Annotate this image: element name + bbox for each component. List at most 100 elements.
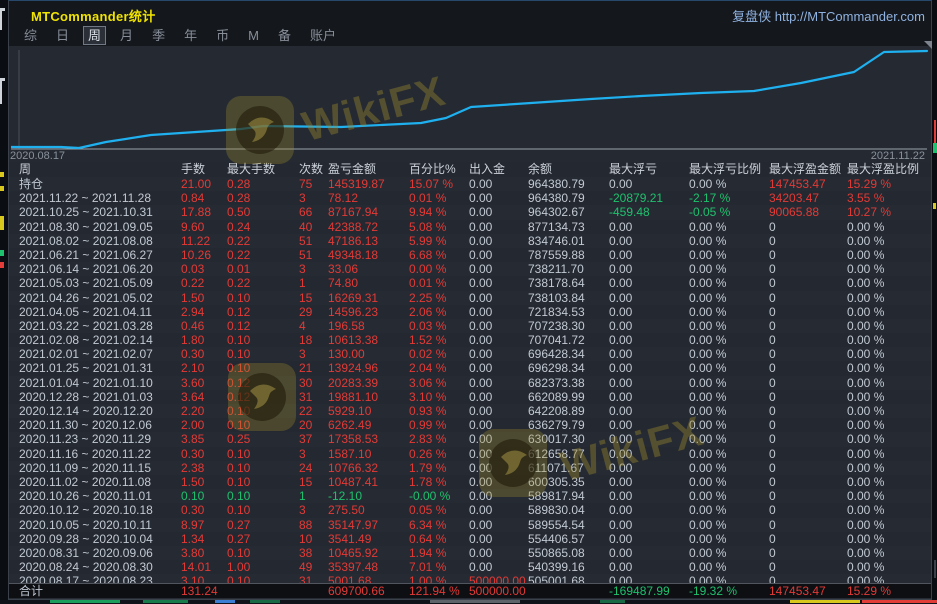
table-cell: 35147.97 [328,518,409,532]
table-cell: 0.12 [227,390,299,404]
table-row[interactable]: 2020.11.23 ~ 2020.11.293.850.253717358.5… [9,432,931,446]
table-cell: 2021.02.08 ~ 2021.02.14 [19,333,181,347]
table-cell: 121.94 % [409,584,469,599]
table-cell: 0.00 [469,546,528,560]
table-row[interactable]: 2020.11.02 ~ 2020.11.081.500.101510487.4… [9,475,931,489]
table-cell: 2.94 [181,305,227,319]
table-cell: 2021.06.21 ~ 2021.06.27 [19,248,181,262]
table-cell: 2020.12.28 ~ 2021.01.03 [19,390,181,404]
table-cell: 3.85 [181,432,227,446]
table-cell: 3.06 % [409,376,469,390]
table-cell: 0.00 % [847,390,931,404]
table-row[interactable]: 2021.04.26 ~ 2021.05.021.500.101516269.3… [9,291,931,305]
table-row[interactable]: 2021.02.01 ~ 2021.02.070.300.103130.000.… [9,347,931,361]
menu-item-M[interactable]: M [243,26,264,45]
table-row[interactable]: 2020.10.12 ~ 2020.10.180.300.103275.500.… [9,503,931,517]
table-row[interactable]: 2020.11.09 ~ 2020.11.152.380.102410766.3… [9,461,931,475]
table-cell: 696428.34 [528,347,609,361]
table-cell: 10613.38 [328,333,409,347]
table-cell: 0.00 % [689,518,769,532]
menu-item-账户[interactable]: 账户 [305,26,341,45]
table-row[interactable]: 2021.03.22 ~ 2021.03.280.460.124196.580.… [9,319,931,333]
table-cell [227,584,299,599]
table-cell: 0.01 % [409,276,469,290]
table-cell: 3.64 [181,390,227,404]
background-window-right-sliver [932,0,937,604]
table-cell: 最大浮盈金额 [769,162,847,177]
titlebar-link[interactable]: 复盘侠 http://MTCommander.com [732,6,925,25]
table-row[interactable]: 持仓21.000.2875145319.8715.07 %0.00964380.… [9,177,931,191]
table-cell: 0.03 % [409,319,469,333]
table-cell: 最大浮亏比例 [689,162,769,177]
table-cell: 0 [769,432,847,446]
table-cell: 4 [299,319,328,333]
table-cell: 0.10 [227,347,299,361]
table-row[interactable]: 2021.01.25 ~ 2021.01.312.100.102113924.9… [9,361,931,375]
table-cell: 145319.87 [328,177,409,191]
table-cell: 0.01 [227,262,299,276]
menu-item-备[interactable]: 备 [273,26,296,45]
menu-item-月[interactable]: 月 [115,26,138,45]
table-cell: 0.00 [609,248,689,262]
table-cell: 周 [19,162,181,177]
table-cell: 0.00 % [689,432,769,446]
table-row[interactable]: 2021.02.08 ~ 2021.02.141.800.101810613.3… [9,333,931,347]
table-row[interactable]: 2020.08.31 ~ 2020.09.063.800.103810465.9… [9,546,931,560]
table-cell: 0.00 [609,532,689,546]
table-row[interactable]: 2021.06.21 ~ 2021.06.2710.260.225149348.… [9,248,931,262]
table-row[interactable]: 2020.12.14 ~ 2020.12.202.200.10225929.10… [9,404,931,418]
table-cell: 0.93 % [409,404,469,418]
table-row[interactable]: 2021.04.05 ~ 2021.04.112.940.122914596.2… [9,305,931,319]
table-cell: 0.00 [609,418,689,432]
table-cell: 3 [299,347,328,361]
table-row[interactable]: 2021.10.25 ~ 2021.10.3117.880.506687167.… [9,205,931,219]
table-row[interactable]: 2021.08.02 ~ 2021.08.0811.220.225147186.… [9,234,931,248]
table-row[interactable]: 2020.08.24 ~ 2020.08.3014.011.004935397.… [9,560,931,574]
table-cell: 0.00 % [847,560,931,574]
table-row[interactable]: 2021.05.03 ~ 2021.05.090.220.22174.800.0… [9,276,931,290]
table-cell: 75 [299,177,328,191]
table-row[interactable]: 2020.09.28 ~ 2020.10.041.340.27103541.49… [9,532,931,546]
table-row[interactable]: 2021.01.04 ~ 2021.01.103.600.123020283.3… [9,376,931,390]
table-cell: 0 [769,361,847,375]
table-cell: 3.55 % [847,191,931,205]
menu-item-综[interactable]: 综 [19,26,42,45]
table-cell: 0.00 % [689,248,769,262]
menu-item-年[interactable]: 年 [179,26,202,45]
menu-item-季[interactable]: 季 [147,26,170,45]
table-cell: 2020.10.12 ~ 2020.10.18 [19,503,181,517]
menu-item-币[interactable]: 币 [211,26,234,45]
table-row[interactable]: 2021.06.14 ~ 2021.06.200.030.01333.060.0… [9,262,931,276]
table-cell: 609700.66 [328,584,409,599]
table-row[interactable]: 2020.12.28 ~ 2021.01.033.640.123119881.1… [9,390,931,404]
table-cell: 0 [769,276,847,290]
table-cell: 29 [299,305,328,319]
table-cell: 19881.10 [328,390,409,404]
menu-item-日[interactable]: 日 [51,26,74,45]
table-cell: 0.00 % [689,276,769,290]
table-cell: 0.10 [227,418,299,432]
table-row[interactable]: 2020.11.30 ~ 2020.12.062.000.10206262.49… [9,418,931,432]
table-row[interactable]: 2021.08.30 ~ 2021.09.059.600.244042388.7… [9,220,931,234]
table-cell: 1.50 [181,475,227,489]
table-cell: 0.27 [227,532,299,546]
table-cell: 275.50 [328,503,409,517]
stats-table: 周手数最大手数次数盈亏金额百分比%出入金余额最大浮亏最大浮亏比例最大浮盈金额最大… [9,162,931,588]
table-row[interactable]: 2021.11.22 ~ 2021.11.280.840.28378.120.0… [9,191,931,205]
table-cell: 0.00 % [689,333,769,347]
menu-item-周[interactable]: 周 [83,26,106,45]
table-cell: 0.00 % [689,177,769,191]
table-cell: 20283.39 [328,376,409,390]
table-cell: 0.00 [609,262,689,276]
table-cell: 2021.04.26 ~ 2021.05.02 [19,291,181,305]
table-cell: 0.00 % [689,234,769,248]
table-cell: 2021.04.05 ~ 2021.04.11 [19,305,181,319]
table-row[interactable]: 2020.10.05 ~ 2020.10.118.970.278835147.9… [9,518,931,532]
table-row[interactable]: 2020.10.26 ~ 2020.11.010.100.101-12.10-0… [9,489,931,503]
table-row[interactable]: 2020.11.16 ~ 2020.11.220.300.1031587.100… [9,447,931,461]
table-cell: 0.00 % [847,376,931,390]
table-cell: 1587.10 [328,447,409,461]
table-cell: 2020.11.02 ~ 2020.11.08 [19,475,181,489]
table-cell: 0.30 [181,347,227,361]
table-cell: 0.00 % [689,376,769,390]
